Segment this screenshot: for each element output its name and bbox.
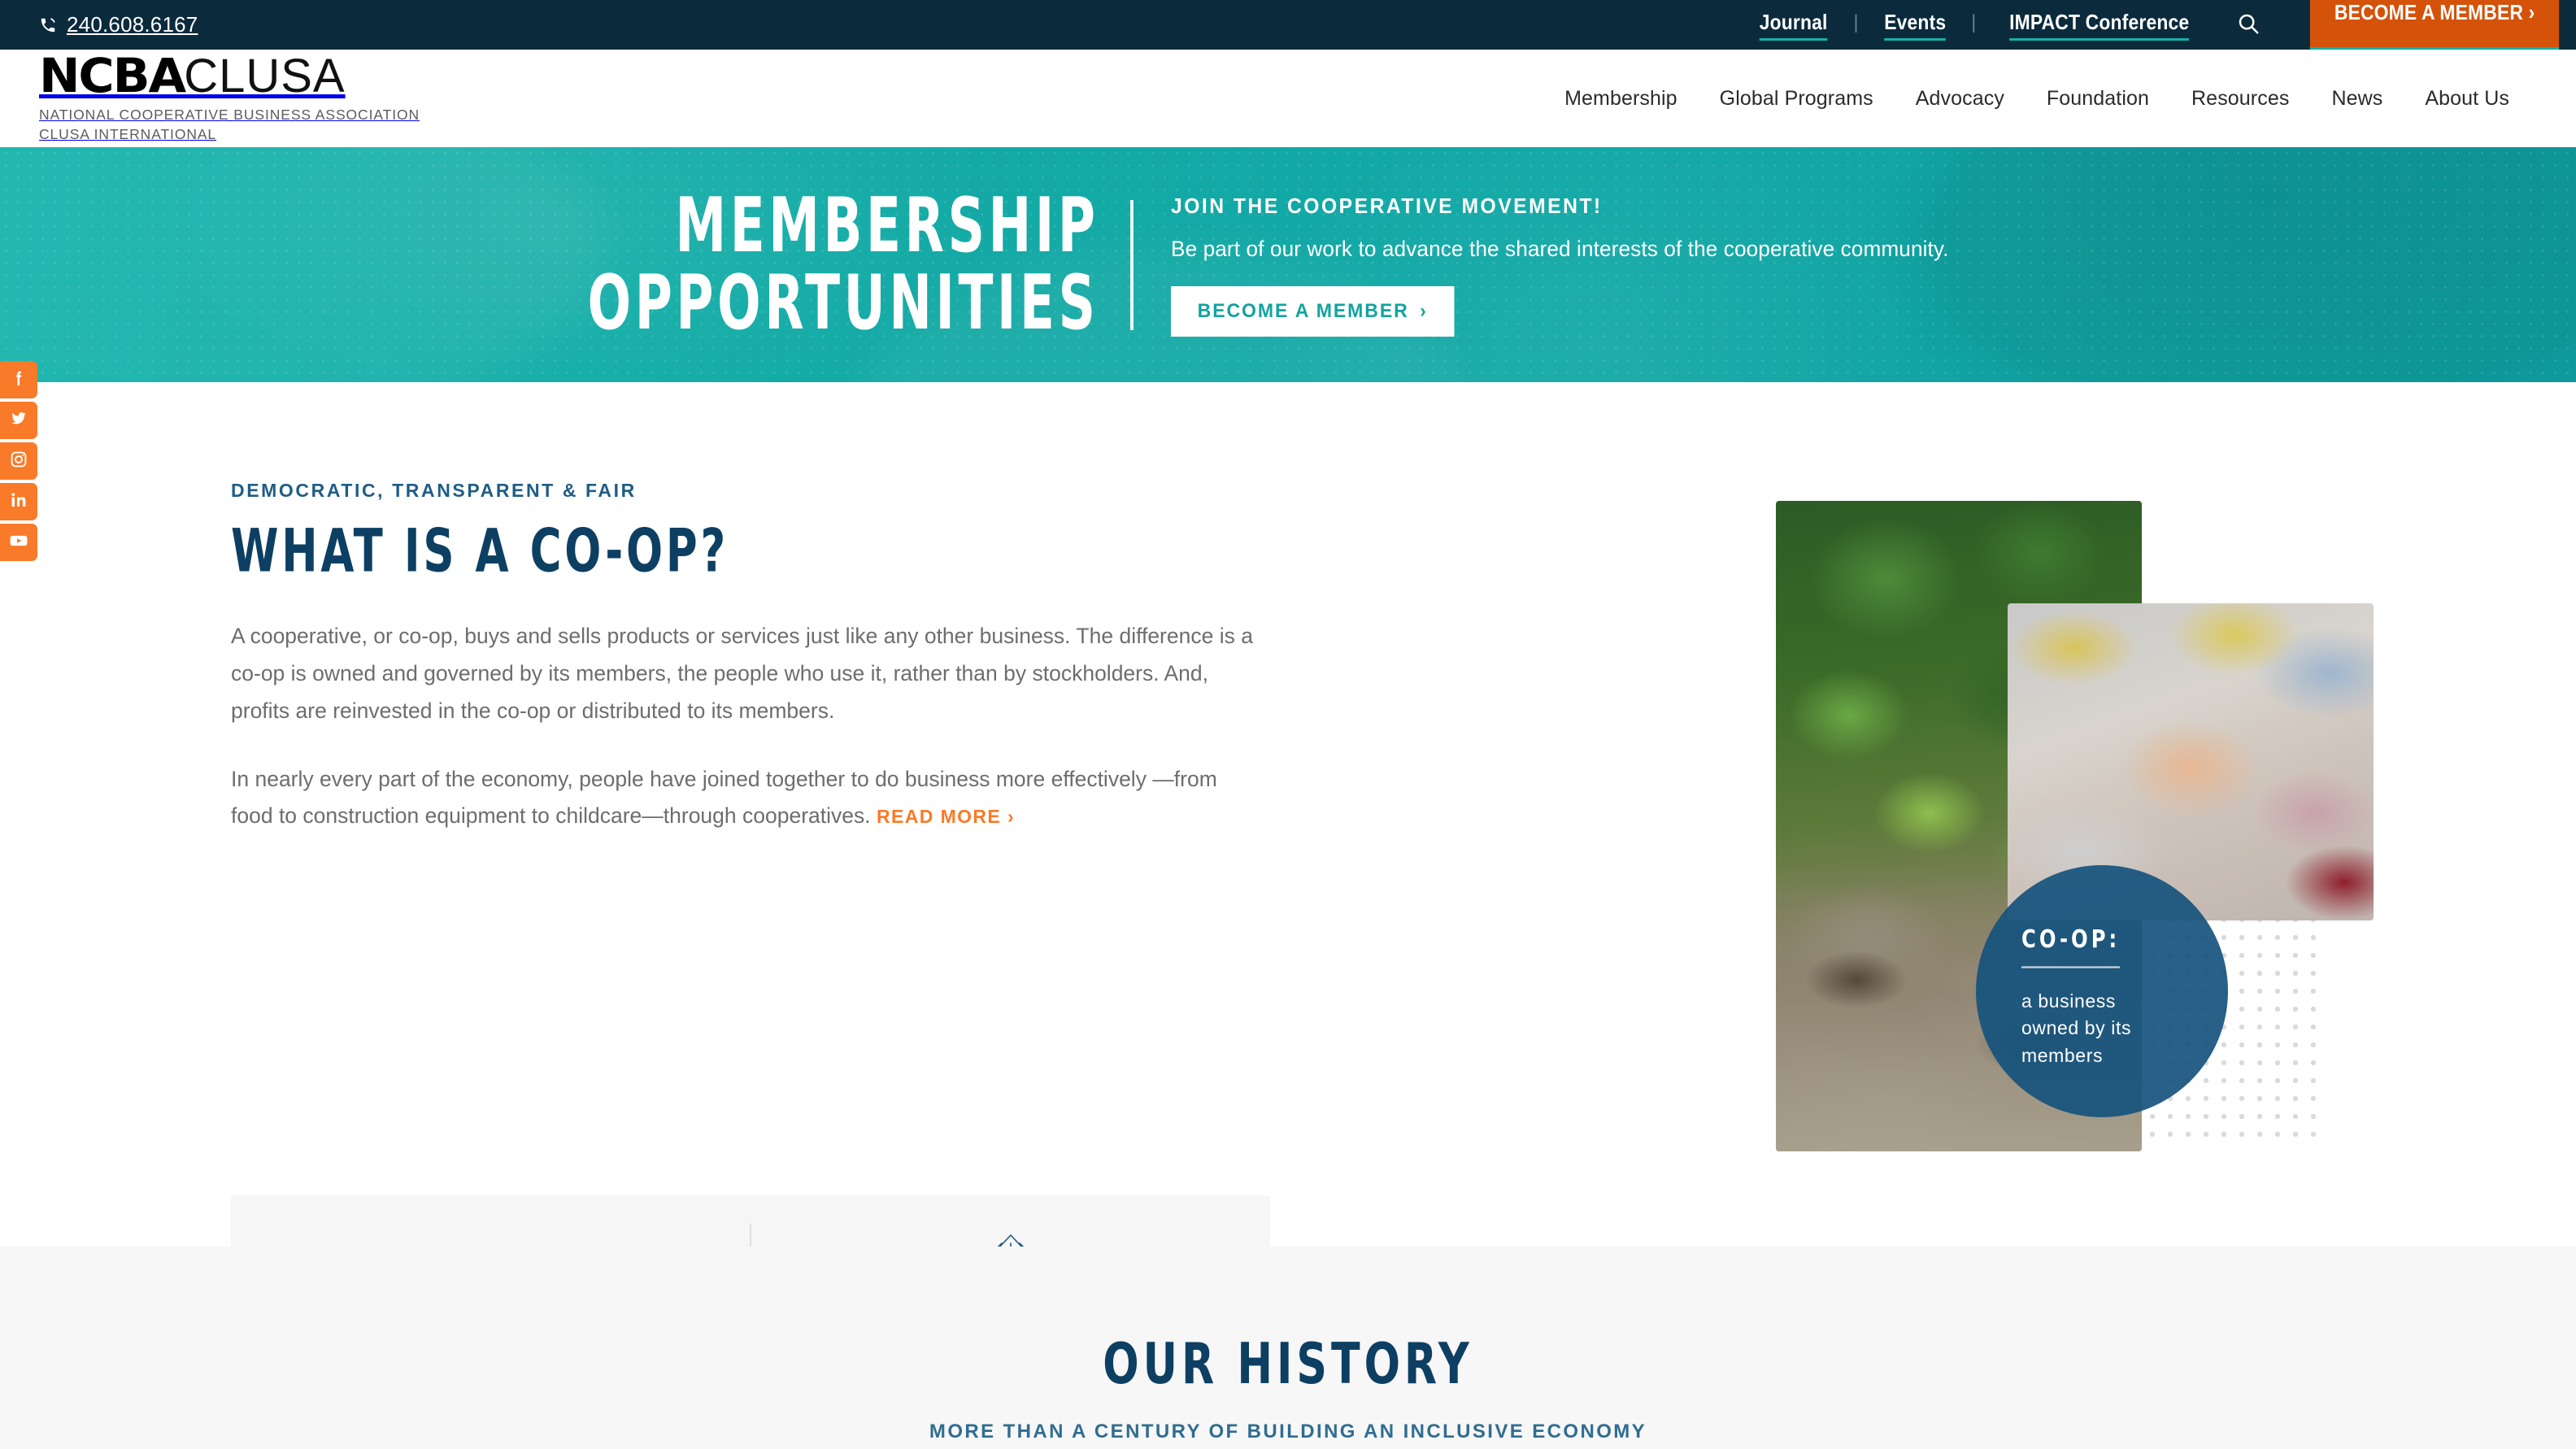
top-nav-impact-conference[interactable]: IMPACT Conference (2009, 10, 2190, 41)
logo-ncba: NCBA (39, 48, 186, 104)
intro-paragraph-2: In nearly every part of the economy, peo… (231, 761, 1264, 836)
intro-paragraph-1: A cooperative, or co-op, buys and sells … (231, 624, 1253, 723)
intro-paragraph-2-text: In nearly every part of the economy, peo… (231, 766, 1217, 829)
main-nav: Membership Global Programs Advocacy Foun… (1543, 87, 2530, 111)
hero-kicker: JOIN THE COOPERATIVE MOVEMENT! (1170, 193, 1603, 218)
logo-clusa: CLUSA (184, 50, 346, 103)
become-a-member-top-button[interactable]: BECOME A MEMBER › (2309, 0, 2560, 50)
site-logo[interactable]: NCBA CLUSA NATIONAL COOPERATIVE BUSINESS… (39, 52, 420, 144)
nav-item-membership[interactable]: Membership (1543, 87, 1699, 111)
page-root: 240.608.6167 Journal | Events | IMPACT C… (0, 0, 2576, 1449)
nav-item-resources[interactable]: Resources (2170, 87, 2310, 111)
top-nav-events[interactable]: Events (1883, 10, 1946, 41)
top-nav: Journal | Events | IMPACT Conference BEC… (1755, 0, 2576, 50)
search-button[interactable] (2236, 11, 2261, 38)
nav-item-global-programs[interactable]: Global Programs (1699, 87, 1895, 111)
instagram-icon (9, 450, 28, 473)
social-link-facebook[interactable] (0, 361, 37, 398)
hero-divider (1129, 199, 1134, 330)
nav-item-news[interactable]: News (2310, 87, 2404, 111)
our-history-section: OUR HISTORY MORE THAN A CENTURY OF BUILD… (0, 1247, 2576, 1449)
hero-button-label: BECOME A MEMBER (1197, 299, 1409, 322)
section-eyebrow: DEMOCRATIC, TRANSPARENT & FAIR (231, 480, 637, 501)
twitter-icon (9, 409, 28, 433)
youtube-icon (8, 530, 29, 555)
image-collage: CO-OP: a business owned by its members (1748, 480, 2374, 1155)
coop-definition-text: a business owned by its members (2021, 990, 2132, 1066)
social-link-linkedin[interactable] (0, 483, 37, 520)
hero-title-line1: MEMBERSHIP (675, 181, 1099, 270)
social-link-youtube[interactable] (0, 524, 37, 561)
top-utility-bar: 240.608.6167 Journal | Events | IMPACT C… (0, 0, 2576, 50)
top-nav-separator: | (1853, 11, 1859, 33)
top-nav-separator: | (1971, 11, 1977, 33)
logo-tagline-line2: CLUSA INTERNATIONAL (39, 126, 217, 142)
logo-wordmark: NCBA CLUSA (39, 52, 420, 100)
coop-definition-term: CO-OP: (2021, 925, 2121, 968)
phone-link[interactable]: 240.608.6167 (39, 12, 198, 37)
chevron-right-icon: › (1419, 299, 1428, 322)
chevron-right-icon: › (2528, 0, 2535, 24)
social-rail (0, 361, 37, 561)
hero-title-line2: OPPORTUNITIES (587, 259, 1099, 347)
phone-icon (39, 16, 57, 34)
coop-definition-badge: CO-OP: a business owned by its members (1976, 865, 2228, 1117)
main-content: DEMOCRATIC, TRANSPARENT & FAIR WHAT IS A… (0, 382, 2576, 1423)
social-link-instagram[interactable] (0, 442, 37, 480)
site-header: NCBA CLUSA NATIONAL COOPERATIVE BUSINESS… (0, 50, 2576, 147)
hero-become-a-member-button[interactable]: BECOME A MEMBER › (1170, 285, 1455, 337)
hero-banner: MEMBERSHIP OPPORTUNITIES JOIN THE COOPER… (0, 147, 2576, 382)
logo-tagline-line1: NATIONAL COOPERATIVE BUSINESS ASSOCIATIO… (39, 107, 420, 124)
hero-title: MEMBERSHIP OPPORTUNITIES (587, 181, 1099, 347)
phone-number: 240.608.6167 (67, 12, 198, 37)
social-link-twitter[interactable] (0, 402, 37, 439)
our-history-subtitle: MORE THAN A CENTURY OF BUILDING AN INCLU… (929, 1421, 1647, 1442)
nav-item-advocacy[interactable]: Advocacy (1895, 87, 2026, 111)
linkedin-icon (9, 490, 28, 514)
facebook-icon (9, 368, 28, 392)
page-title: WHAT IS A CO-OP? (231, 515, 729, 585)
hero-subtitle: Be part of our work to advance the share… (1170, 236, 1949, 261)
hero-content: JOIN THE COOPERATIVE MOVEMENT! Be part o… (1170, 193, 2033, 337)
logo-tagline: NATIONAL COOPERATIVE BUSINESS ASSOCIATIO… (39, 106, 420, 144)
nav-item-about-us[interactable]: About Us (2404, 87, 2530, 111)
our-history-title: OUR HISTORY (1103, 1330, 1473, 1397)
search-icon (2236, 11, 2261, 38)
become-a-member-top-label: BECOME A MEMBER (2334, 0, 2523, 24)
read-more-link[interactable]: READ MORE › (877, 806, 1015, 827)
top-nav-journal[interactable]: Journal (1759, 10, 1828, 41)
nav-item-foundation[interactable]: Foundation (2026, 87, 2170, 111)
coop-intro-column: DEMOCRATIC, TRANSPARENT & FAIR WHAT IS A… (231, 480, 1272, 835)
